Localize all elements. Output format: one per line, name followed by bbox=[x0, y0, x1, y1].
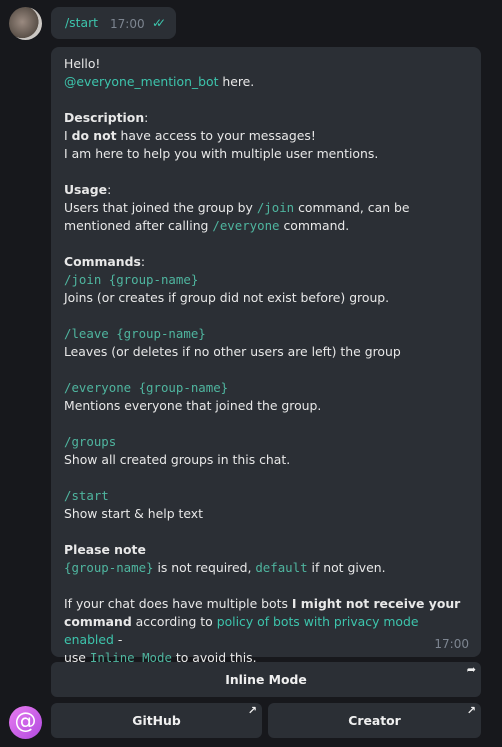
message-text: : bbox=[140, 254, 146, 269]
command-code[interactable]: {group-name} bbox=[64, 560, 154, 575]
message-line bbox=[64, 235, 468, 253]
sent-time: 17:00 bbox=[110, 17, 145, 31]
message-text: command bbox=[64, 614, 132, 629]
message-text: if not given. bbox=[307, 560, 386, 575]
sent-command: /start bbox=[65, 15, 99, 30]
message-text: Description bbox=[64, 110, 145, 125]
message-text: I am here to help you with multiple user… bbox=[64, 146, 379, 161]
command-code[interactable]: /start bbox=[64, 488, 109, 503]
message-line: Hello! bbox=[64, 55, 468, 73]
github-button[interactable]: GitHub ↗ bbox=[51, 703, 262, 738]
bot-message: Hello! @everyone_mention_bot here. Descrip… bbox=[51, 47, 481, 665]
message-link[interactable]: @everyone_mention_bot bbox=[64, 74, 218, 89]
command-code[interactable]: /everyone {group-name} bbox=[64, 380, 228, 395]
command-code[interactable]: /join {group-name} bbox=[64, 272, 198, 287]
message-line: @everyone_mention_bot here. bbox=[64, 73, 468, 91]
message-line: mentioned after calling /everyone comman… bbox=[64, 217, 468, 235]
message-line: /everyone {group-name} bbox=[64, 379, 468, 397]
message-text: according to bbox=[131, 614, 217, 629]
message-line: If your chat does have multiple bots I m… bbox=[64, 595, 468, 613]
message-text: have access to your messages! bbox=[116, 128, 316, 143]
message-text: is not required, bbox=[153, 560, 256, 575]
message-line: Joins (or creates if group did not exist… bbox=[64, 289, 468, 307]
message-line: Please note bbox=[64, 541, 468, 559]
message-text: Hello! bbox=[64, 56, 101, 71]
message-line: /start bbox=[64, 487, 468, 505]
command-code[interactable]: /leave {group-name} bbox=[64, 326, 206, 341]
bot-avatar[interactable]: @ bbox=[9, 706, 42, 739]
message-line: Usage: bbox=[64, 181, 468, 199]
message-line bbox=[64, 523, 468, 541]
message-text: here. bbox=[218, 74, 255, 89]
inline-mode-label: Inline Mode bbox=[225, 672, 307, 687]
message-line: Mentions everyone that joined the group. bbox=[64, 397, 468, 415]
message-line: /leave {group-name} bbox=[64, 325, 468, 343]
message-text: Commands bbox=[64, 254, 141, 269]
message-line: command according to policy of bots with… bbox=[64, 613, 468, 649]
message-line: I am here to help you with multiple user… bbox=[64, 145, 468, 163]
command-code[interactable]: /everyone bbox=[212, 218, 279, 233]
message-line bbox=[64, 415, 468, 433]
message-line bbox=[64, 469, 468, 487]
double-check-icon: ✓✓ bbox=[152, 16, 166, 30]
command-code[interactable]: default bbox=[255, 560, 307, 575]
message-line: Show start & help text bbox=[64, 505, 468, 523]
message-text: : bbox=[107, 182, 112, 197]
message-text: Mentions everyone that joined the group. bbox=[64, 398, 322, 413]
message-line bbox=[64, 577, 468, 595]
inline-mode-button[interactable]: Inline Mode ➦ bbox=[51, 662, 481, 697]
message-line: /join {group-name} bbox=[64, 271, 468, 289]
message-line bbox=[64, 307, 468, 325]
message-text: Leaves (or deletes if no other users are… bbox=[64, 344, 401, 359]
arrow-up-right-icon: ↗ bbox=[466, 704, 476, 717]
message-line: Description: bbox=[64, 109, 468, 127]
message-line: Users that joined the group by /join com… bbox=[64, 199, 468, 217]
message-text: If your chat does have multiple bots bbox=[64, 596, 292, 611]
message-text: Users that joined the group by bbox=[64, 200, 257, 215]
message-text: Please note bbox=[64, 542, 146, 557]
command-code[interactable]: /groups bbox=[64, 434, 116, 449]
message-line bbox=[64, 361, 468, 379]
message-text: I might not receive your bbox=[291, 596, 461, 611]
message-line bbox=[64, 91, 468, 109]
message-text: do not bbox=[71, 128, 117, 143]
creator-label: Creator bbox=[348, 713, 401, 728]
message-line: Commands: bbox=[64, 253, 468, 271]
user-avatar[interactable] bbox=[9, 7, 42, 40]
message-line bbox=[64, 163, 468, 181]
message-text: Usage bbox=[64, 182, 108, 197]
creator-button[interactable]: Creator ↗ bbox=[268, 703, 481, 738]
message-line: I do not have access to your messages! bbox=[64, 127, 468, 145]
message-text: - bbox=[113, 632, 123, 647]
message-line: Show all created groups in this chat. bbox=[64, 451, 468, 469]
github-label: GitHub bbox=[132, 713, 181, 728]
message-time: 17:00 bbox=[434, 637, 469, 651]
message-text: command. bbox=[279, 218, 350, 233]
message-text: Joins (or creates if group did not exist… bbox=[64, 290, 390, 305]
message-line: /groups bbox=[64, 433, 468, 451]
message-text: Show all created groups in this chat. bbox=[64, 452, 291, 467]
message-text: Show start & help text bbox=[64, 506, 203, 521]
message-text: command, can be bbox=[294, 200, 410, 215]
command-code[interactable]: /join bbox=[257, 200, 294, 215]
sent-message: /start 17:00 ✓✓ bbox=[51, 7, 176, 39]
message-text: I bbox=[64, 128, 72, 143]
message-line: Leaves (or deletes if no other users are… bbox=[64, 343, 468, 361]
message-line: {group-name} is not required, default if… bbox=[64, 559, 468, 577]
message-text: : bbox=[144, 110, 149, 125]
share-icon: ➦ bbox=[466, 663, 476, 676]
message-text: mentioned after calling bbox=[64, 218, 213, 233]
arrow-up-right-icon: ↗ bbox=[247, 704, 257, 717]
